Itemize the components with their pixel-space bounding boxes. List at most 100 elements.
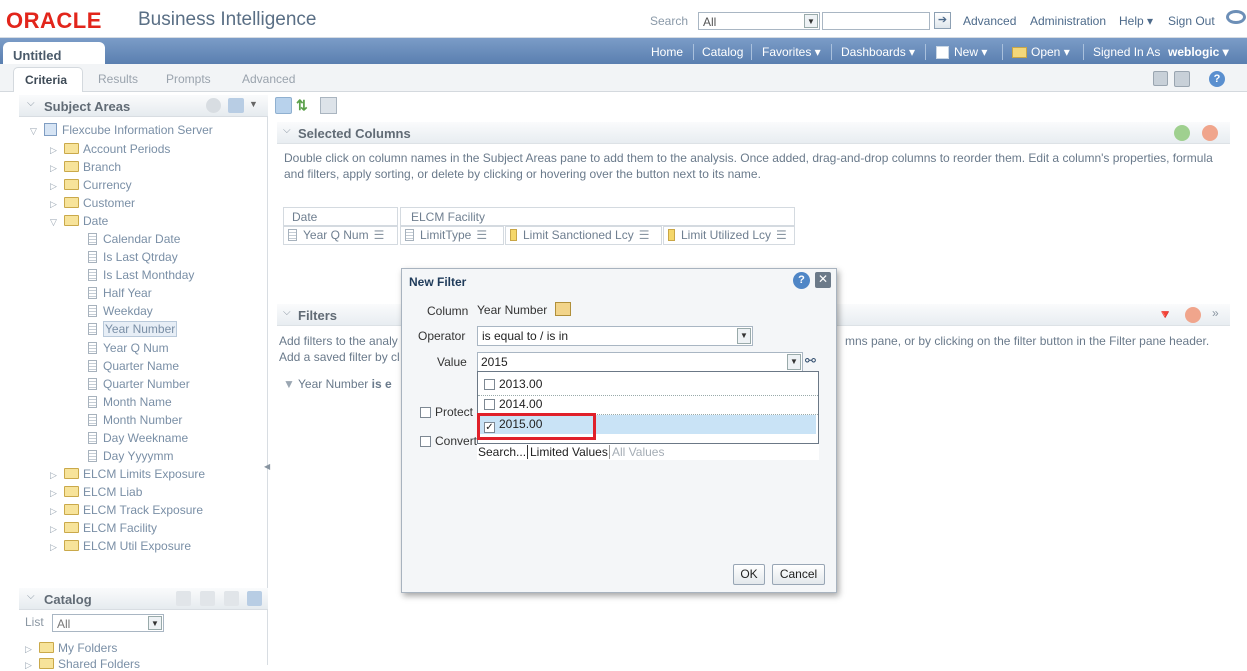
help-icon[interactable]: ? [1209,71,1225,87]
checkbox[interactable] [484,379,495,390]
help-menu[interactable]: Help ▾ [1119,14,1153,28]
administration-link[interactable]: Administration [1030,14,1106,28]
search-input[interactable] [822,12,930,30]
tree-folder[interactable]: ▷ Account Periods [50,142,170,156]
tree-folder[interactable]: ▷ ELCM Facility [50,521,157,535]
tree-folder[interactable]: ▷ Customer [50,196,135,210]
tree-column-label: Month Name [103,395,172,409]
add-column-icon[interactable] [1174,125,1190,141]
nav-catalog[interactable]: Catalog [702,45,743,59]
value-input[interactable]: 2015 ▼ [477,352,803,372]
collapse-icon[interactable]: ⌵ [27,98,35,109]
tree-folder[interactable]: ▷ My Folders [25,641,117,655]
tree-column[interactable]: Day Weekname [88,431,188,445]
tree-folder[interactable]: ▷ Shared Folders [25,657,140,671]
convert-filter-option[interactable]: Convert [420,434,477,448]
edit-column-icon[interactable] [555,302,571,316]
collapse-icon[interactable]: ⌵ [283,125,291,136]
folder-icon [64,522,79,533]
tree-folder-date[interactable]: ▽ Date [50,214,108,228]
tree-column[interactable]: Is Last Qtrday [88,250,178,264]
calculator-icon[interactable] [320,97,337,114]
column-year-q-num[interactable]: Year Q Num ☰ [283,226,398,245]
column-menu-icon[interactable]: ☰ [776,228,787,242]
value-option-2014[interactable]: 2014.00 [484,397,542,411]
operator-select[interactable]: is equal to / is in ▼ [477,326,753,346]
nav-favorites[interactable]: Favorites ▾ [762,45,821,59]
advanced-link[interactable]: Advanced [963,14,1016,28]
value-option-2013[interactable]: 2013.00 [484,377,542,391]
tree-folder[interactable]: ▷ ELCM Limits Exposure [50,467,205,481]
tree-root[interactable]: ▽ Flexcube Information Server [30,123,213,137]
search-go-icon[interactable]: ➔ [934,12,951,29]
tree-column[interactable]: Year Q Num [88,341,169,355]
tree-column[interactable]: Weekday [88,304,153,318]
remove-all-icon[interactable] [1202,125,1218,141]
tree-column[interactable]: Half Year [88,286,152,300]
all-values-link[interactable]: All Values [612,445,664,459]
search-scope-select[interactable]: All ▼ [698,12,820,30]
tree-folder[interactable]: ▷ ELCM Liab [50,485,142,499]
tab-prompts[interactable]: Prompts [166,72,211,86]
filter-toolbar-icon[interactable] [275,97,292,114]
pencil-icon[interactable] [224,591,239,606]
column-menu-icon[interactable]: ☰ [374,228,385,242]
tree-folder[interactable]: ▷ Branch [50,160,121,174]
sort-icon[interactable]: ⇅ [296,97,313,114]
tree-folder[interactable]: ▷ Currency [50,178,132,192]
nav-dashboards[interactable]: Dashboards ▾ [841,45,915,59]
sign-out-link[interactable]: Sign Out [1168,14,1215,28]
add-filter-icon[interactable]: 🔻 [1157,307,1173,323]
more-icon[interactable]: » [1212,306,1219,320]
refresh-icon[interactable] [206,98,221,113]
tree-column[interactable]: Calendar Date [88,232,180,246]
tree-column[interactable]: Month Name [88,395,172,409]
collapse-icon[interactable]: ⌵ [27,591,35,602]
remove-filters-icon[interactable] [1185,307,1201,323]
nav-new[interactable]: New ▾ [954,45,987,59]
tree-folder[interactable]: ▷ ELCM Util Exposure [50,539,191,553]
checkbox[interactable] [484,399,495,410]
tree-column[interactable]: Month Number [88,413,182,427]
collapse-icon[interactable]: ⌵ [283,307,291,318]
catalog-action-icon[interactable] [176,591,191,606]
binoculars-icon[interactable]: ⚯ [805,353,816,369]
help-icon[interactable]: ? [793,272,810,289]
close-icon[interactable]: ✕ [815,272,831,288]
tree-column[interactable]: Is Last Monthday [88,268,194,282]
column-menu-icon[interactable]: ☰ [639,228,650,242]
chevron-down-icon[interactable]: ▼ [249,99,258,109]
tree-column[interactable]: Day Yyyymm [88,449,173,463]
catalog-properties-icon[interactable] [200,591,215,606]
checkbox[interactable] [420,436,431,447]
search-more-link[interactable]: Search... [478,445,526,459]
ok-button[interactable]: OK [733,564,765,585]
column-label: LimitType [420,228,472,242]
save-as-icon[interactable] [1174,71,1190,87]
nav-home[interactable]: Home [651,45,683,59]
tree-folder[interactable]: ▷ ELCM Track Exposure [50,503,203,517]
column-limit-sanctioned[interactable]: Limit Sanctioned Lcy ☰ [505,226,662,245]
nav-open[interactable]: Open ▾ [1031,45,1070,59]
tree-column[interactable]: Quarter Name [88,359,179,373]
add-subject-area-icon[interactable] [228,98,244,113]
save-icon[interactable] [1153,71,1168,86]
refresh-icon[interactable] [247,591,262,606]
protect-filter-option[interactable]: Protect [420,405,473,419]
limited-values-link[interactable]: Limited Values [530,445,608,459]
tab-advanced[interactable]: Advanced [242,72,295,86]
checkbox[interactable] [420,407,431,418]
column-limittype[interactable]: LimitType ☰ [400,226,504,245]
column-limit-utilized[interactable]: Limit Utilized Lcy ☰ [663,226,795,245]
user-menu[interactable]: weblogic ▾ [1168,45,1229,59]
pane-collapse-handle[interactable]: ◀ [264,462,270,476]
column-menu-icon[interactable]: ☰ [476,228,487,242]
catalog-list-select[interactable]: All ▼ [52,614,164,632]
cancel-button[interactable]: Cancel [772,564,825,585]
tree-column[interactable]: Quarter Number [88,377,190,391]
tree-column-selected[interactable]: Year Number [88,321,178,337]
tab-results[interactable]: Results [98,72,138,86]
tab-criteria[interactable]: Criteria [13,67,83,92]
chevron-down-icon[interactable]: ▼ [787,354,801,370]
filter-item[interactable]: ▼ Year Number is e [283,377,392,391]
